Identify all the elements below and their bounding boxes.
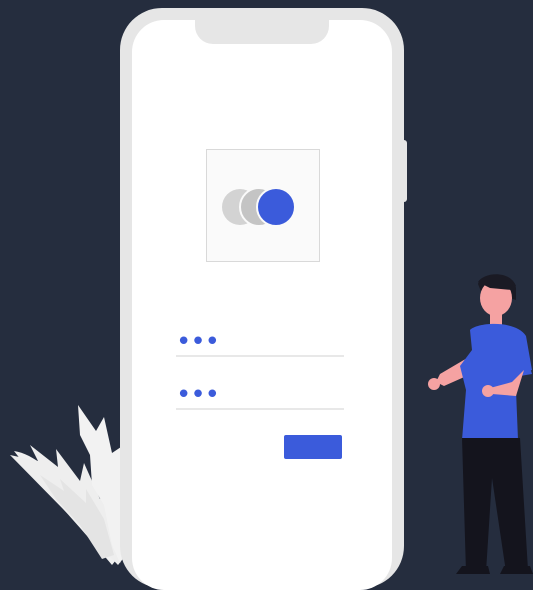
password-value: ••• [176, 380, 220, 410]
login-button[interactable] [284, 435, 342, 459]
logo-circle-blue [256, 187, 296, 227]
phone-notch [195, 20, 329, 44]
login-illustration: ••• ••• [0, 0, 533, 590]
username-value: ••• [176, 327, 220, 357]
username-field[interactable]: ••• [176, 325, 344, 357]
phone-screen: ••• ••• [132, 20, 392, 590]
app-logo [206, 149, 320, 262]
phone-side-button [399, 140, 407, 202]
password-field[interactable]: ••• [176, 378, 344, 410]
standing-person-icon [428, 274, 533, 574]
